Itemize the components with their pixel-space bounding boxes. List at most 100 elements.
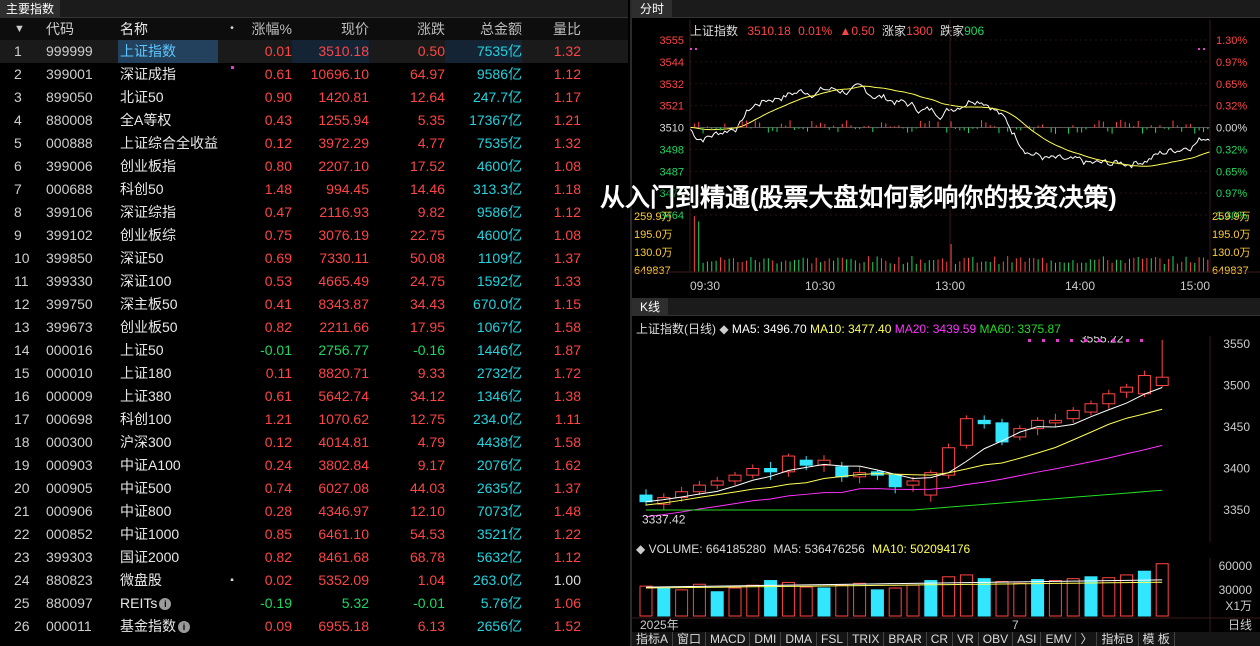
vol-tick: 30000 xyxy=(1219,583,1253,597)
row-change: 24.75 xyxy=(409,273,445,289)
candle[interactable] xyxy=(692,484,706,493)
candle[interactable] xyxy=(764,468,778,473)
volume-bar xyxy=(1066,578,1080,617)
candle[interactable] xyxy=(1155,376,1169,387)
candle[interactable] xyxy=(1031,419,1045,430)
table-row[interactable]: 23 399303 国证2000 0.82 8461.68 68.78 5632亿 1.12 xyxy=(0,546,628,569)
header-price[interactable]: 现价 xyxy=(292,18,369,40)
table-row[interactable]: 16 000009 上证380 0.61 5642.74 34.12 1346亿 1.38 xyxy=(0,385,628,408)
row-price: 2207.10 xyxy=(318,158,369,174)
volume-chart[interactable]: 60000 30000 X1万 2025年 7 日线 xyxy=(632,558,1260,632)
candle[interactable] xyxy=(959,418,973,446)
volume-bar xyxy=(1120,574,1134,617)
kline-chart[interactable]: 355035003450340033503555.223337.42 xyxy=(632,336,1260,542)
table-row[interactable]: 24 880823 微盘股 ▪ 0.02 5352.09 1.04 263.0亿 1.00 xyxy=(0,569,628,592)
table-row[interactable]: 9 399102 创业板综 0.75 3076.19 22.75 4600亿 1.08 xyxy=(0,224,628,247)
table-row[interactable]: 18 000300 沪深300 0.12 4014.81 4.79 4438亿 1.58 xyxy=(0,431,628,454)
row-pct: 0.74 xyxy=(264,480,292,496)
header-volume-ratio[interactable]: 量比 xyxy=(522,18,581,40)
header-code[interactable]: 代码 xyxy=(46,18,118,40)
row-seq: 9 xyxy=(14,227,22,243)
intraday-chart[interactable]: 3555 1.30% 3544 0.97% 3532 0.65% 3521 0.32% 3510… xyxy=(632,20,1260,296)
row-name-text: 上证综合全收益 xyxy=(120,135,218,151)
row-volume-ratio: 1.08 xyxy=(553,227,581,243)
candle[interactable] xyxy=(710,480,724,486)
info-icon[interactable]: i xyxy=(178,621,190,633)
candle[interactable] xyxy=(639,494,653,503)
header-amount[interactable]: 总金额 xyxy=(445,18,522,40)
candle[interactable] xyxy=(728,474,742,482)
row-code: 999999 xyxy=(46,43,93,59)
row-amount: 5632亿 xyxy=(476,549,522,565)
row-change: 17.95 xyxy=(409,319,445,335)
candle[interactable] xyxy=(746,468,760,476)
row-code: 000903 xyxy=(46,457,93,473)
row-flag xyxy=(218,546,246,569)
header-change[interactable]: 涨跌 xyxy=(369,18,445,40)
ma10-line xyxy=(645,408,1163,506)
candle[interactable] xyxy=(1013,428,1027,438)
table-row[interactable]: 25 880097 REITs i -0.19 5.32 -0.01 5.76亿 1.06 xyxy=(0,592,628,615)
candle[interactable] xyxy=(1048,419,1062,424)
table-row[interactable]: 2 399001 深证成指 0.61 10696.10 64.97 9586亿 1.12 xyxy=(0,63,628,86)
row-volume-ratio: 1.00 xyxy=(553,572,581,588)
table-row[interactable]: 11 399330 深证100 0.53 4665.49 24.75 1592亿 1.33 xyxy=(0,270,628,293)
row-flag xyxy=(218,477,246,500)
candle[interactable] xyxy=(1137,375,1151,395)
row-name: 深证50 xyxy=(118,247,218,270)
pct-tick: 0.65% xyxy=(1216,79,1247,91)
table-row[interactable]: 1 999999 上证指数 0.01 3510.18 0.50 7535亿 1.32 xyxy=(0,40,628,63)
row-seq: 17 xyxy=(14,411,30,427)
volume-legend: ◆ VOLUME: 664185280 MA5: 536476256 MA10:… xyxy=(636,542,970,556)
row-volume-ratio: 1.18 xyxy=(553,181,581,197)
flag-marker-icon xyxy=(230,66,234,69)
table-row[interactable]: 15 000010 上证180 0.11 8820.71 9.33 2732亿 1.72 xyxy=(0,362,628,385)
info-icon[interactable]: i xyxy=(159,598,172,610)
row-amount: 4438亿 xyxy=(476,434,522,450)
table-row[interactable]: 21 000906 中证800 0.28 4346.97 12.10 7073亿 1.48 xyxy=(0,500,628,523)
header-pct[interactable]: 涨幅% xyxy=(246,18,292,40)
sort-toggle-icon[interactable]: ▼ xyxy=(0,18,46,40)
volume-settings-icon[interactable]: ◆ xyxy=(636,542,645,556)
candle[interactable] xyxy=(888,474,902,488)
table-row[interactable]: 26 000011 基金指数 i 0.09 6955.18 6.13 2656亿 1.52 xyxy=(0,615,628,638)
row-change: 9.33 xyxy=(417,365,445,381)
tab-kline[interactable]: K线 xyxy=(632,298,669,316)
table-row[interactable]: 20 000905 中证500 0.74 6027.08 44.03 2635亿 1.37 xyxy=(0,477,628,500)
candle[interactable] xyxy=(799,459,813,466)
row-amount: 7535亿 xyxy=(445,40,522,63)
table-row[interactable]: 7 000688 科创50 1.48 994.45 14.46 313.3亿 1.18 xyxy=(0,178,628,201)
table-row[interactable]: 3 899050 北证50 0.90 1420.81 12.64 247.7亿 1.17 xyxy=(0,86,628,109)
period-label[interactable]: 日线 xyxy=(1228,618,1252,632)
row-name-text: 科创50 xyxy=(120,181,164,197)
candle[interactable] xyxy=(835,466,849,478)
tab-main-indices[interactable]: 主要指数 xyxy=(0,0,61,18)
table-row[interactable]: 8 399106 深证综指 0.47 2116.93 9.82 9586亿 1.12 xyxy=(0,201,628,224)
table-row[interactable]: 6 399006 创业板指 0.80 2207.10 17.52 4600亿 1.08 xyxy=(0,155,628,178)
table-row[interactable]: 19 000903 中证A100 0.24 3802.84 9.17 2076亿 1.62 xyxy=(0,454,628,477)
table-row[interactable]: 5 000888 上证综合全收益 0.12 3972.29 4.77 7535亿 1.32 xyxy=(0,132,628,155)
candle[interactable] xyxy=(906,480,920,486)
table-row[interactable]: 4 880008 全A等权 0.43 1255.94 5.35 17367亿 1.21 xyxy=(0,109,628,132)
table-row[interactable]: 22 000852 中证1000 0.85 6461.10 54.53 3521亿 1.22 xyxy=(0,523,628,546)
row-name: 北证50 xyxy=(118,86,218,109)
settings-arrow-icon[interactable]: ◆ xyxy=(719,322,728,336)
table-row[interactable]: 13 399673 创业板50 0.82 2211.66 17.95 1067亿 1.58 xyxy=(0,316,628,339)
candle[interactable] xyxy=(1066,409,1080,420)
header-name[interactable]: 名称 xyxy=(118,18,218,40)
candle[interactable] xyxy=(1084,403,1098,413)
row-name-text: 创业板综 xyxy=(120,227,176,243)
candle[interactable] xyxy=(1102,393,1116,405)
candle[interactable] xyxy=(942,447,956,476)
candle[interactable] xyxy=(1120,386,1134,393)
volume-bar xyxy=(1155,563,1169,617)
table-row[interactable]: 17 000698 科创100 1.21 1070.62 12.75 234.0亿 1.11 xyxy=(0,408,628,431)
table-row[interactable]: 12 399750 深主板50 0.41 8343.87 34.43 670.0亿 1.15 xyxy=(0,293,628,316)
tab-intraday[interactable]: 分时 xyxy=(632,0,673,18)
candle[interactable] xyxy=(977,419,991,425)
row-seq: 2 xyxy=(14,66,22,82)
table-row[interactable]: 14 000016 上证50 -0.01 2756.77 -0.16 1446亿 1.87 xyxy=(0,339,628,362)
row-code: 399850 xyxy=(46,250,93,266)
table-row[interactable]: 10 399850 深证50 0.69 7330.11 50.08 1109亿 1.37 xyxy=(0,247,628,270)
row-code: 399330 xyxy=(46,273,93,289)
